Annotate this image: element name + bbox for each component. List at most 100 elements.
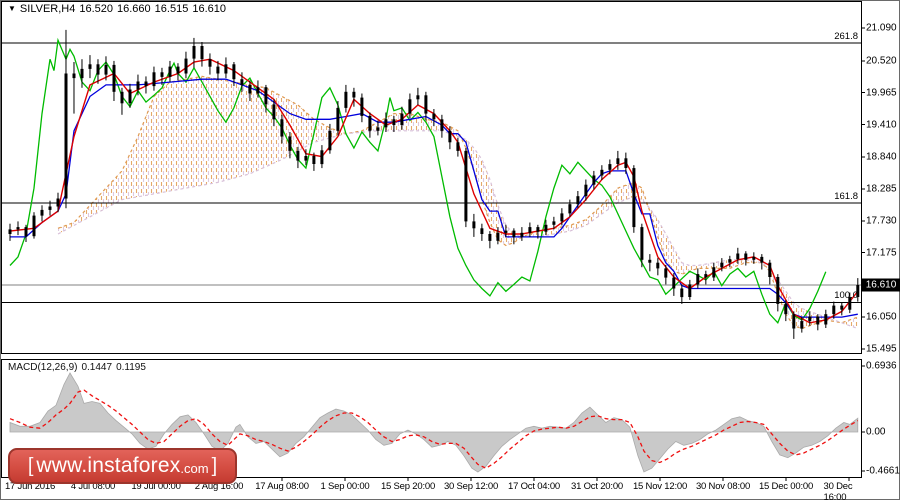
candle-body [152,72,156,87]
time-axis-label: 15 Nov 12:00 [632,481,688,492]
candle-body [296,150,300,161]
candle-body [736,253,740,260]
quote-close: 16.610 [192,3,226,15]
macd-axis-label: 0.00 [866,426,886,438]
candle-body [104,64,108,75]
symbol-header: ▼ SILVER,H4 16.520 16.660 16.515 16.610 [8,3,226,15]
candle-body [384,119,388,128]
candle-body [688,284,692,297]
candle-body [176,66,180,74]
watermark-text: www.instaforex [36,454,181,477]
candle-body [456,142,460,151]
candle-body [280,119,284,137]
candle-body [560,213,564,222]
candle-body [608,164,612,170]
candle-body [392,119,396,125]
watermark-bracket-left: [ [27,454,34,477]
candle-body [632,168,636,228]
time-axis-label: 31 Oct 20:00 [571,481,623,492]
candle-body [472,221,476,229]
candle-body [440,119,444,131]
time-axis-label: 17 Oct 04:00 [508,481,560,492]
quote-low: 16.515 [154,3,189,15]
candle-body [192,46,196,59]
candle-body [136,81,140,90]
candle-body [288,136,292,151]
candle-body [784,303,788,315]
price-axis-label: 21.090 [866,22,897,34]
candle-body [776,277,780,304]
candle-body [680,288,684,298]
candle-body [40,209,44,216]
candle-body [416,95,420,100]
candle-body [16,227,20,230]
candle-body [248,84,252,94]
candle-body [112,64,116,92]
price-and-macd-plot[interactable] [0,0,900,500]
time-axis-label: 15 Sep 20:00 [380,481,436,492]
candle-body [264,87,268,105]
candle-body [616,158,620,164]
candle-body [344,91,348,108]
candle-body [32,215,36,237]
price-axis-label: 16.050 [866,311,897,323]
candle-body [88,64,92,69]
candle-body [320,150,324,165]
candle-body [584,184,588,197]
candle-body [744,253,748,260]
candle-body [800,321,804,329]
candle-body [568,204,572,214]
candle-body [336,107,340,131]
candle-body [64,73,68,199]
price-axis-label: 18.285 [866,183,897,195]
candle-body [96,64,100,75]
price-axis-label: 19.965 [866,87,897,99]
macd-axis-label: 0.6936 [866,360,897,372]
candle-body [840,305,844,310]
candle-body [448,130,452,143]
macd-indicator-label: MACD(12,26,9) 0.1447 0.1195 [8,362,150,373]
candle-body [752,256,756,260]
candle-body [656,262,660,269]
candle-body [216,66,220,74]
fib-level-label: 100.0 [834,290,858,302]
candle-body [464,150,468,222]
time-axis-label: 30 Sep 12:00 [443,481,499,492]
candle-body [536,227,540,232]
macd-main-value: 0.1447 [81,362,113,373]
candle-body [8,229,12,234]
candle-body [360,97,364,116]
candle-body [400,113,404,126]
current-price-badge: 16.610 [862,278,900,292]
candle-body [496,232,500,241]
candle-body [720,262,724,268]
watermark-suffix: .com [180,461,209,476]
candle-body [352,91,356,98]
macd-name: MACD(12,26,9) [8,362,78,373]
candle-body [528,227,532,233]
candle-body [80,68,84,79]
candle-body [72,73,76,79]
candle-body [728,259,732,263]
candle-body [824,314,828,325]
candle-body [312,156,316,164]
symbol-dropdown-icon[interactable]: ▼ [8,4,16,13]
candle-body [24,227,28,237]
macd-axis-label: -0.4661 [866,465,900,477]
candle-body [512,230,516,237]
quote-open: 16.520 [79,3,114,15]
symbol-name: SILVER,H4 [19,3,76,15]
candle-body [200,46,204,60]
candle-body [184,58,188,74]
candle-body [592,175,596,185]
watermark-bracket-right: ] [211,454,218,477]
price-axis-label: 17.730 [866,215,897,227]
time-axis-label: 17 Aug 08:00 [255,481,309,492]
candle-body [792,314,796,329]
candle-body [368,115,372,131]
candle-body [304,156,308,161]
price-axis-label: 20.520 [866,55,897,67]
candle-body [120,91,124,104]
candle-body [424,95,428,114]
candle-body [160,72,164,77]
